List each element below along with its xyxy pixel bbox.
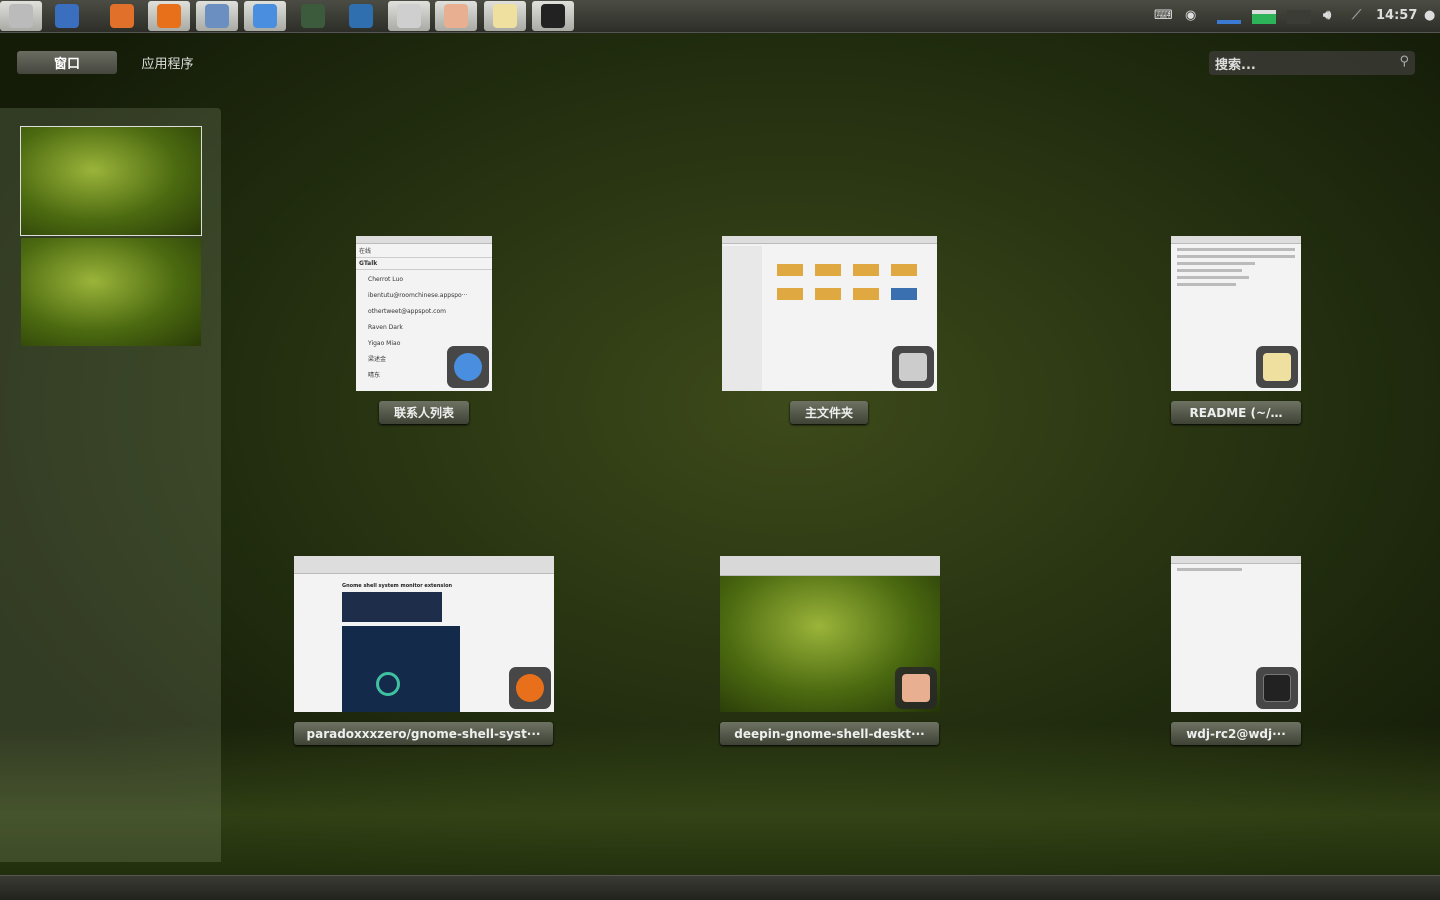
search-placeholder: 搜索...	[1215, 58, 1256, 73]
launcher-firefox[interactable]	[148, 1, 190, 31]
firefox-icon	[157, 4, 181, 28]
contacts-account: GTalk	[356, 258, 492, 270]
keyboard-icon[interactable]: ⌨	[1154, 8, 1173, 23]
terminal-icon	[541, 4, 565, 28]
window-label-contacts[interactable]: 联系人列表	[379, 401, 469, 424]
messages-icon[interactable]: ●	[1424, 8, 1435, 23]
launcher-gedit[interactable]	[484, 1, 526, 31]
firefox-icon	[509, 667, 551, 709]
launcher-file-cabinet[interactable]	[388, 1, 430, 31]
activities-icon	[9, 4, 33, 28]
launcher-camera[interactable]	[292, 1, 334, 31]
window-thumbnail-contacts[interactable]: 在线 GTalk Cherrot Luo ibentutu@roomchines…	[356, 236, 492, 391]
window-label-terminal[interactable]: wdj-rc2@wdj···	[1171, 722, 1301, 745]
volume-icon[interactable]: 🔊︎	[1323, 8, 1331, 23]
color-wheel-icon	[110, 4, 134, 28]
workspace-panel	[0, 108, 221, 862]
contact: Cherrot Luo	[368, 276, 404, 283]
contact: Raven Dark	[368, 324, 403, 331]
camera-icon	[301, 4, 325, 28]
search-icon: ⚲	[1399, 54, 1409, 69]
document-viewer-icon	[349, 4, 373, 28]
activities-button[interactable]	[0, 1, 42, 31]
launcher-mail[interactable]	[196, 1, 238, 31]
top-panel: ⌨ ◉ 🔊︎ ⟋ 14:57 ●	[0, 0, 1440, 33]
launcher-eye-of-gnome[interactable]	[435, 1, 477, 31]
launcher-chat[interactable]	[244, 1, 286, 31]
launcher-document-viewer[interactable]	[340, 1, 382, 31]
disc-icon[interactable]: ◉	[1185, 8, 1196, 23]
file-cabinet-icon	[397, 4, 421, 28]
message-tray	[0, 875, 1440, 900]
window-thumbnail-readme[interactable]	[1171, 236, 1301, 391]
launcher-color-wheel[interactable]	[101, 1, 143, 31]
launcher-text-editor[interactable]	[46, 1, 88, 31]
gedit-icon	[1256, 346, 1298, 388]
window-thumbnail-home-folder[interactable]	[722, 236, 937, 391]
window-thumbnail-firefox[interactable]: Gnome shell system monitor extension	[294, 556, 554, 712]
tab-applications[interactable]: 应用程序	[130, 51, 205, 74]
page-heading: Gnome shell system monitor extension	[342, 583, 453, 589]
terminal-icon	[1256, 667, 1298, 709]
workspace-2[interactable]	[21, 238, 201, 346]
eye-of-gnome-icon	[895, 667, 937, 709]
window-label-readme[interactable]: README (~/…	[1171, 401, 1301, 424]
window-label-firefox[interactable]: paradoxxxzero/gnome-shell-syst···	[294, 722, 553, 745]
contacts-status: 在线	[356, 244, 492, 258]
launcher-terminal[interactable]	[532, 1, 574, 31]
eye-of-gnome-icon	[444, 4, 468, 28]
window-label-image-viewer[interactable]: deepin-gnome-shell-deskt···	[720, 722, 939, 745]
text-editor-icon	[55, 4, 79, 28]
network-icon[interactable]: ⟋	[1352, 8, 1361, 23]
chat-icon	[253, 4, 277, 28]
file-cabinet-icon	[892, 346, 934, 388]
network-graph-icon[interactable]	[1217, 10, 1241, 24]
window-label-home-folder[interactable]: 主文件夹	[790, 401, 868, 424]
workspace-1[interactable]	[20, 126, 202, 236]
mail-icon	[205, 4, 229, 28]
clock[interactable]: 14:57	[1376, 8, 1417, 23]
memory-graph-icon[interactable]	[1252, 10, 1276, 24]
tab-windows[interactable]: 窗口	[17, 51, 117, 74]
search-input[interactable]: 搜索... ⚲	[1209, 51, 1415, 75]
contact: othertweet@appspot.com	[368, 308, 446, 315]
window-thumbnail-image-viewer[interactable]	[720, 556, 940, 712]
gedit-icon	[493, 4, 517, 28]
contact: ibentutu@roomchinese.appspo···	[368, 292, 468, 299]
cpu-graph-icon[interactable]	[1287, 10, 1311, 24]
chat-icon	[447, 346, 489, 388]
window-thumbnail-terminal[interactable]	[1171, 556, 1301, 712]
